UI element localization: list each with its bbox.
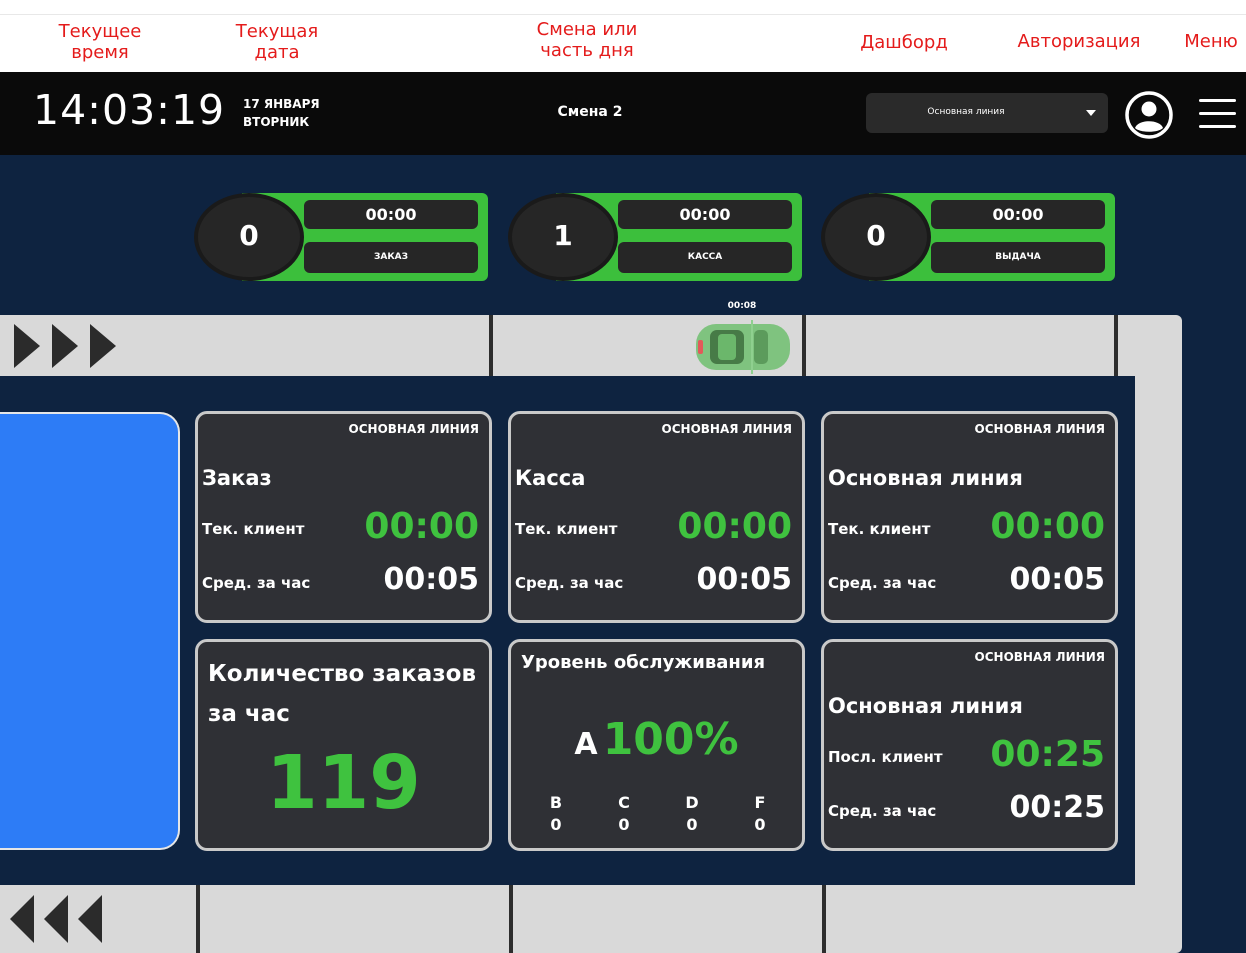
grade-count: 0 — [550, 815, 562, 834]
service-level-card[interactable]: Уровень обслуживания A 100% B 0 C 0 D 0 … — [508, 639, 805, 851]
station-time: 00:00 — [618, 200, 792, 229]
annotation-text: Смена или — [536, 19, 638, 40]
card-title-line: Количество заказов — [208, 661, 477, 687]
current-time: 14:03:19 — [33, 86, 226, 134]
car-topview-icon — [696, 320, 790, 374]
order-stats-card[interactable]: ОСНОВНАЯ ЛИНИЯ Заказ Тек. клиент 00:00 С… — [195, 411, 492, 623]
hourly-avg-value: 00:25 — [1009, 790, 1106, 825]
hourly-avg-value: 00:05 — [1009, 562, 1106, 597]
grade-c: C 0 — [609, 792, 639, 836]
grade-b: B 0 — [541, 792, 571, 836]
service-grade: A — [574, 727, 598, 762]
annotation-current-time: Текущее время — [52, 21, 148, 63]
hourly-avg-label: Сред. за час — [828, 802, 937, 820]
annotation-divider — [0, 14, 1246, 15]
triple-chevron-right-icon — [14, 324, 116, 368]
card-title: Основная линия — [828, 694, 1023, 718]
station-label: ЗАКАЗ — [304, 242, 478, 273]
station-cashier-timer: 00:00 КАССА 1 — [508, 193, 802, 281]
grade-letter: C — [618, 793, 630, 812]
card-tag: ОСНОВНАЯ ЛИНИЯ — [348, 422, 479, 436]
hamburger-menu-icon[interactable] — [1199, 97, 1236, 131]
orders-per-hour-card[interactable]: Количество заказов за час 119 — [195, 639, 492, 851]
card-tag: ОСНОВНАЯ ЛИНИЯ — [974, 650, 1105, 664]
station-pickup-timer: 00:00 ВЫДАЧА 0 — [821, 193, 1115, 281]
top-bar: 14:03:19 17 ЯНВАРЯ ВТОРНИК Смена 2 Основ… — [0, 72, 1246, 155]
card-tag: ОСНОВНАЯ ЛИНИЯ — [974, 422, 1105, 436]
station-time: 00:00 — [931, 200, 1105, 229]
dashboard-screen: Текущее время Текущая дата Смена или час… — [0, 0, 1246, 953]
card-title: Касса — [515, 466, 586, 490]
last-client-label: Посл. клиент — [828, 748, 943, 766]
line-select-value: Основная линия — [927, 107, 1005, 117]
station-count: 0 — [239, 219, 259, 252]
station-label: КАССА — [618, 242, 792, 273]
annotation-authorization: Авторизация — [1017, 31, 1141, 52]
grade-letter: B — [549, 793, 563, 812]
card-title-line: за час — [208, 701, 290, 727]
annotation-shift: Смена или часть дня — [524, 19, 650, 61]
grade-letter: D — [685, 793, 699, 812]
annotation-text: время — [71, 42, 129, 63]
user-circle-icon[interactable] — [1124, 90, 1174, 140]
current-client-label: Тек. клиент — [515, 520, 618, 538]
card-title: Основная линия — [828, 466, 1023, 490]
card-title: Уровень обслуживания — [521, 652, 766, 673]
grade-d: D 0 — [677, 792, 707, 836]
station-time: 00:00 — [304, 200, 478, 229]
car-timer: 00:08 — [727, 301, 757, 311]
current-client-value: 00:00 — [677, 506, 792, 547]
main-area: 00:00 ЗАКАЗ 0 00:00 КАССА 1 00:00 ВЫДАЧА… — [0, 155, 1246, 953]
station-count: 1 — [553, 219, 573, 252]
cashier-stats-card[interactable]: ОСНОВНАЯ ЛИНИЯ Касса Тек. клиент 00:00 С… — [508, 411, 805, 623]
hourly-avg-value: 00:05 — [383, 562, 480, 597]
triple-chevron-left-icon — [10, 895, 102, 943]
station-order-timer: 00:00 ЗАКАЗ 0 — [194, 193, 488, 281]
hourly-avg-value: 00:05 — [696, 562, 793, 597]
current-client-label: Тек. клиент — [828, 520, 931, 538]
station-label: ВЫДАЧА — [931, 242, 1105, 273]
line-select-dropdown[interactable]: Основная линия — [866, 93, 1108, 133]
annotation-text: дата — [254, 42, 300, 63]
chevron-down-icon — [1086, 110, 1096, 116]
date-day: 17 ЯНВАРЯ — [243, 97, 320, 111]
card-title: Заказ — [202, 466, 272, 490]
service-percent: 100% — [602, 714, 739, 765]
annotation-current-date: Текущая дата — [228, 21, 326, 63]
grade-count: 0 — [618, 815, 630, 834]
annotation-menu: Меню — [1184, 31, 1238, 52]
shift-label: Смена 2 — [557, 104, 623, 120]
hourly-avg-label: Сред. за час — [828, 574, 937, 592]
last-client-card[interactable]: ОСНОВНАЯ ЛИНИЯ Основная линия Посл. клие… — [821, 639, 1118, 851]
mainline-stats-card[interactable]: ОСНОВНАЯ ЛИНИЯ Основная линия Тек. клиен… — [821, 411, 1118, 623]
annotation-text: Текущее — [58, 21, 142, 42]
hourly-avg-label: Сред. за час — [515, 574, 624, 592]
current-client-value: 00:00 — [364, 506, 479, 547]
current-client-value: 00:00 — [990, 506, 1105, 547]
current-date: 17 ЯНВАРЯ ВТОРНИК — [243, 95, 320, 131]
blue-side-panel — [0, 412, 180, 850]
grade-count: 0 — [754, 815, 766, 834]
card-tag: ОСНОВНАЯ ЛИНИЯ — [661, 422, 792, 436]
card-title: Количество заказов за час — [208, 654, 476, 734]
service-level-main: A 100% — [511, 714, 802, 765]
orders-per-hour-value: 119 — [266, 740, 421, 826]
grade-letter: F — [754, 793, 766, 812]
hourly-avg-label: Сред. за час — [202, 574, 311, 592]
grade-count: 0 — [686, 815, 698, 834]
grade-f: F 0 — [745, 792, 775, 836]
last-client-value: 00:25 — [990, 734, 1105, 775]
date-weekday: ВТОРНИК — [243, 115, 310, 129]
station-count: 0 — [866, 219, 886, 252]
annotation-text: Текущая — [235, 21, 319, 42]
annotation-dashboard: Дашборд — [860, 32, 948, 53]
current-client-label: Тек. клиент — [202, 520, 305, 538]
annotation-text: часть дня — [540, 40, 634, 61]
